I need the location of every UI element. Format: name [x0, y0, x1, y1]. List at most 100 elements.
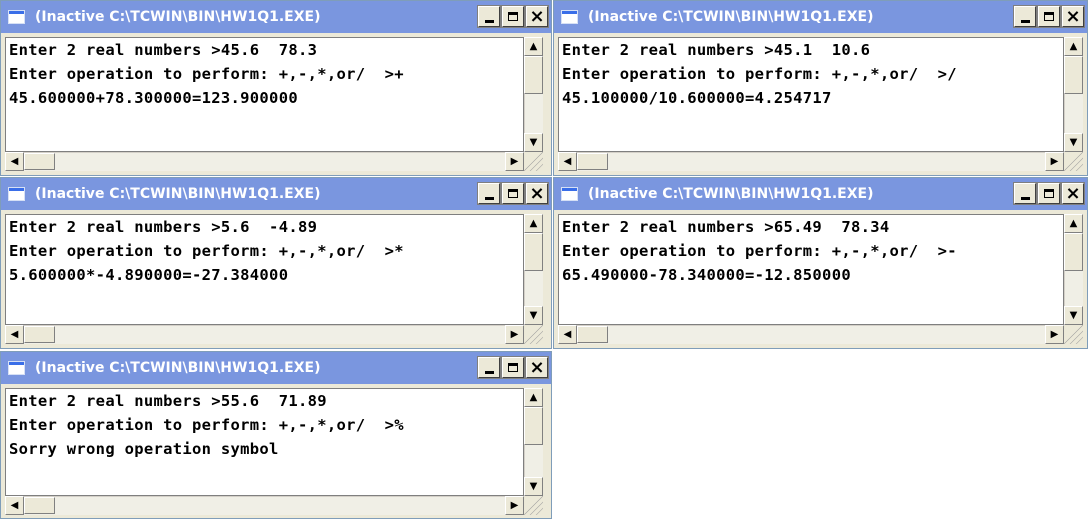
scroll-down-button[interactable]: ▼ — [524, 477, 543, 496]
scroll-thumb[interactable] — [524, 233, 543, 271]
scroll-right-button[interactable]: ▶ — [505, 496, 524, 515]
scroll-left-button[interactable]: ◀ — [5, 325, 24, 344]
scroll-down-button[interactable]: ▼ — [524, 133, 543, 152]
vertical-scrollbar[interactable]: ▲ ▼ — [524, 37, 543, 152]
console-line: Enter 2 real numbers >65.49 78.34 — [562, 218, 890, 236]
console-line: Enter 2 real numbers >45.6 78.3 — [9, 41, 318, 59]
window-title: (Inactive C:\TCWIN\BIN\HW1Q1.EXE) — [588, 186, 874, 202]
scroll-up-button[interactable]: ▲ — [524, 37, 543, 56]
scroll-right-button[interactable]: ▶ — [1045, 152, 1064, 171]
scroll-right-button[interactable]: ▶ — [1045, 325, 1064, 344]
console-line: Enter operation to perform: +,-,*,or/ >- — [562, 242, 957, 260]
console-line: 65.490000-78.340000=-12.850000 — [562, 266, 851, 284]
vertical-scrollbar[interactable]: ▲ ▼ — [524, 388, 543, 496]
console-window-4[interactable]: (Inactive C:\TCWIN\BIN\HW1Q1.EXE) × Ente… — [553, 177, 1088, 349]
title-bar[interactable]: (Inactive C:\TCWIN\BIN\HW1Q1.EXE) × — [1, 1, 551, 33]
scroll-left-button[interactable]: ◀ — [5, 152, 24, 171]
console-app-icon[interactable] — [8, 187, 25, 201]
minimize-icon — [1020, 19, 1030, 23]
minimize-icon — [1020, 196, 1030, 200]
scroll-up-button[interactable]: ▲ — [1064, 214, 1083, 233]
scroll-thumb[interactable] — [577, 153, 608, 170]
scroll-thumb[interactable] — [524, 407, 543, 445]
maximize-button[interactable] — [501, 182, 525, 205]
scroll-up-button[interactable]: ▲ — [1064, 37, 1083, 56]
minimize-button[interactable] — [477, 356, 501, 379]
resize-grip-icon[interactable] — [524, 496, 543, 515]
scroll-left-button[interactable]: ◀ — [558, 325, 577, 344]
horizontal-scrollbar[interactable]: ◀ ▶ — [5, 325, 524, 344]
scroll-thumb[interactable] — [524, 56, 543, 94]
console-output[interactable]: Enter 2 real numbers >45.1 10.6 Enter op… — [558, 37, 1064, 152]
title-bar[interactable]: (Inactive C:\TCWIN\BIN\HW1Q1.EXE) × — [554, 178, 1087, 210]
maximize-button[interactable] — [501, 5, 525, 28]
scroll-left-button[interactable]: ◀ — [558, 152, 577, 171]
resize-grip-icon[interactable] — [524, 325, 543, 344]
horizontal-scrollbar[interactable]: ◀ ▶ — [5, 152, 524, 171]
console-output[interactable]: Enter 2 real numbers >5.6 -4.89 Enter op… — [5, 214, 524, 325]
console-line: Enter 2 real numbers >55.6 71.89 — [9, 392, 327, 410]
maximize-button[interactable] — [1037, 5, 1061, 28]
horizontal-scrollbar[interactable]: ◀ ▶ — [558, 152, 1064, 171]
maximize-button[interactable] — [501, 356, 525, 379]
title-bar[interactable]: (Inactive C:\TCWIN\BIN\HW1Q1.EXE) × — [1, 178, 551, 210]
title-bar[interactable]: (Inactive C:\TCWIN\BIN\HW1Q1.EXE) × — [1, 352, 551, 384]
scroll-down-button[interactable]: ▼ — [1064, 133, 1083, 152]
scroll-thumb[interactable] — [24, 497, 55, 514]
close-button[interactable]: × — [1061, 5, 1085, 28]
console-line: Enter operation to perform: +,-,*,or/ >+ — [9, 65, 404, 83]
horizontal-scrollbar[interactable]: ◀ ▶ — [558, 325, 1064, 344]
scroll-up-button[interactable]: ▲ — [524, 214, 543, 233]
close-button[interactable]: × — [525, 5, 549, 28]
console-window-2[interactable]: (Inactive C:\TCWIN\BIN\HW1Q1.EXE) × Ente… — [553, 0, 1088, 176]
scroll-left-button[interactable]: ◀ — [5, 496, 24, 515]
console-app-icon[interactable] — [561, 187, 578, 201]
console-line: Enter 2 real numbers >5.6 -4.89 — [9, 218, 318, 236]
vertical-scrollbar[interactable]: ▲ ▼ — [1064, 37, 1083, 152]
minimize-button[interactable] — [1013, 182, 1037, 205]
vertical-scrollbar[interactable]: ▲ ▼ — [524, 214, 543, 325]
console-output[interactable]: Enter 2 real numbers >45.6 78.3 Enter op… — [5, 37, 524, 152]
window-title: (Inactive C:\TCWIN\BIN\HW1Q1.EXE) — [35, 360, 321, 376]
vertical-scrollbar[interactable]: ▲ ▼ — [1064, 214, 1083, 325]
resize-grip-icon[interactable] — [524, 152, 543, 171]
maximize-icon — [508, 12, 518, 21]
minimize-icon — [484, 19, 494, 23]
horizontal-scrollbar[interactable]: ◀ ▶ — [5, 496, 524, 515]
resize-grip-icon[interactable] — [1064, 325, 1083, 344]
console-app-icon[interactable] — [561, 10, 578, 24]
scroll-down-button[interactable]: ▼ — [524, 306, 543, 325]
console-window-5[interactable]: (Inactive C:\TCWIN\BIN\HW1Q1.EXE) × Ente… — [0, 351, 552, 519]
scroll-right-button[interactable]: ▶ — [505, 325, 524, 344]
minimize-button[interactable] — [1013, 5, 1037, 28]
scroll-up-button[interactable]: ▲ — [524, 388, 543, 407]
window-title: (Inactive C:\TCWIN\BIN\HW1Q1.EXE) — [35, 186, 321, 202]
minimize-button[interactable] — [477, 5, 501, 28]
console-output[interactable]: Enter 2 real numbers >65.49 78.34 Enter … — [558, 214, 1064, 325]
window-title: (Inactive C:\TCWIN\BIN\HW1Q1.EXE) — [35, 9, 321, 25]
scroll-thumb[interactable] — [1064, 56, 1083, 94]
maximize-button[interactable] — [1037, 182, 1061, 205]
scroll-thumb[interactable] — [1064, 233, 1083, 271]
close-button[interactable]: × — [525, 182, 549, 205]
title-bar[interactable]: (Inactive C:\TCWIN\BIN\HW1Q1.EXE) × — [554, 1, 1087, 33]
scroll-down-button[interactable]: ▼ — [1064, 306, 1083, 325]
console-line: Sorry wrong operation symbol — [9, 440, 279, 458]
scroll-thumb[interactable] — [577, 326, 608, 343]
scroll-thumb[interactable] — [24, 326, 55, 343]
console-output[interactable]: Enter 2 real numbers >55.6 71.89 Enter o… — [5, 388, 524, 496]
scroll-thumb[interactable] — [24, 153, 55, 170]
maximize-icon — [1044, 189, 1054, 198]
console-window-1[interactable]: (Inactive C:\TCWIN\BIN\HW1Q1.EXE) × Ente… — [0, 0, 552, 176]
minimize-button[interactable] — [477, 182, 501, 205]
maximize-icon — [508, 363, 518, 372]
resize-grip-icon[interactable] — [1064, 152, 1083, 171]
console-app-icon[interactable] — [8, 10, 25, 24]
console-app-icon[interactable] — [8, 361, 25, 375]
scroll-right-button[interactable]: ▶ — [505, 152, 524, 171]
close-button[interactable]: × — [1061, 182, 1085, 205]
console-window-3[interactable]: (Inactive C:\TCWIN\BIN\HW1Q1.EXE) × Ente… — [0, 177, 552, 349]
console-line: 45.100000/10.600000=4.254717 — [562, 89, 832, 107]
close-button[interactable]: × — [525, 356, 549, 379]
maximize-icon — [508, 189, 518, 198]
